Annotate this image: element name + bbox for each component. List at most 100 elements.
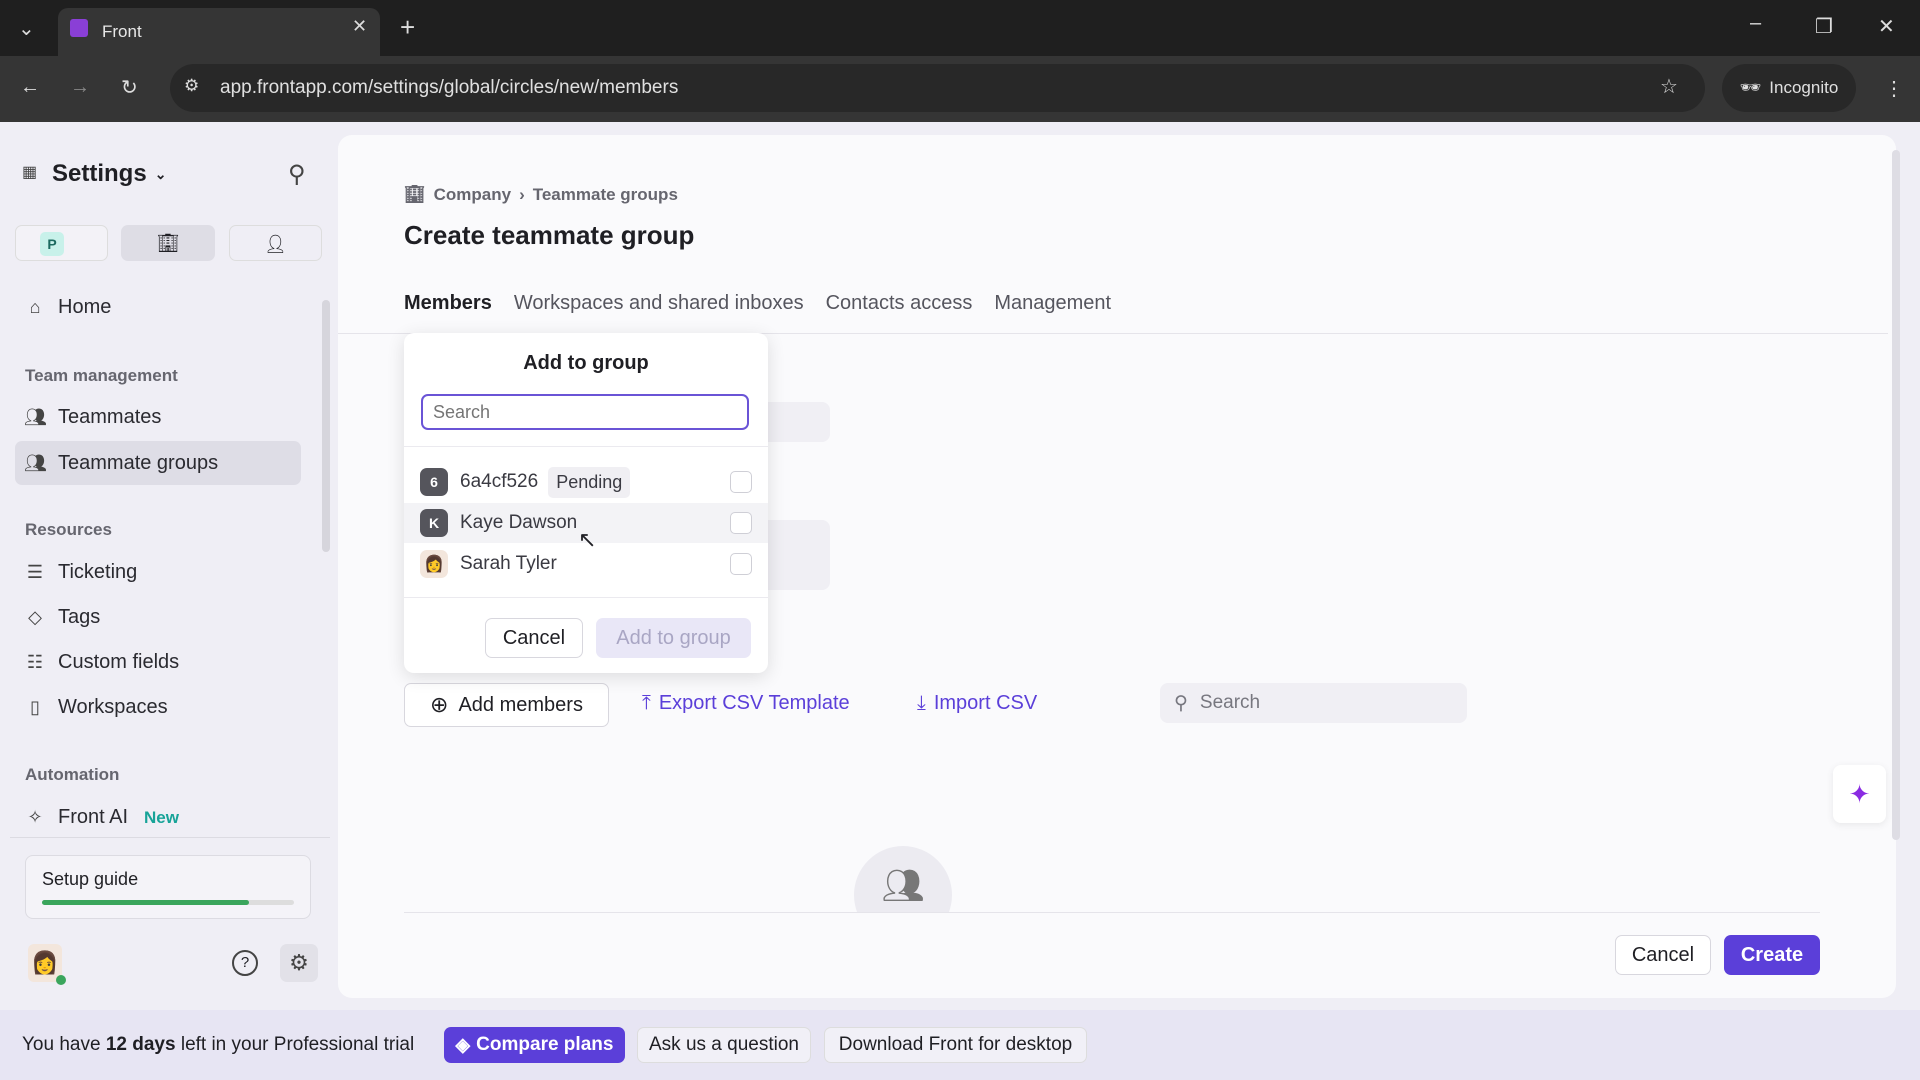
tab-bar: Members Workspaces and shared inboxes Co… xyxy=(404,292,1133,315)
bookmark-star-icon[interactable]: ☆ xyxy=(1660,74,1678,99)
compare-plans-button[interactable]: ◈ Compare plans xyxy=(444,1027,625,1063)
popup-add-to-group-button[interactable]: Add to group xyxy=(596,618,751,658)
settings-menu[interactable]: Settings ⌄ xyxy=(52,160,166,188)
browser-tab[interactable]: Front xyxy=(58,8,380,56)
fields-icon: ☷ xyxy=(26,652,44,672)
sidebar-item-custom-fields[interactable]: ☷ Custom fields xyxy=(24,651,179,674)
export-csv-link[interactable]: ⤒ Export CSV Template xyxy=(642,692,850,715)
import-csv-link[interactable]: ⤓ Import CSV xyxy=(917,692,1037,715)
member-avatar: K xyxy=(420,509,448,537)
sidebar-item-label: Teammate groups xyxy=(58,452,219,474)
upload-icon: ⤒ xyxy=(642,692,651,714)
close-tab-icon[interactable]: ✕ xyxy=(352,16,367,37)
sidebar-item-ticketing[interactable]: ☰ Ticketing xyxy=(24,561,137,584)
user-icon: 👤︎ xyxy=(264,234,287,254)
footer-divider xyxy=(404,912,1820,913)
member-checkbox[interactable] xyxy=(730,512,752,534)
sidebar-item-teammate-groups[interactable]: 👥︎ Teammate groups xyxy=(24,452,218,475)
member-checkbox[interactable] xyxy=(730,553,752,575)
search-icon[interactable]: ⚲ xyxy=(288,160,306,189)
cancel-button[interactable]: Cancel xyxy=(1615,935,1711,975)
restore-icon[interactable]: ❐ xyxy=(1815,14,1833,39)
personal-settings-toggle[interactable]: P xyxy=(15,225,108,261)
setup-progress-track xyxy=(42,900,294,905)
users-icon: 👥︎ xyxy=(854,846,952,912)
popup-title: Add to group xyxy=(523,352,649,374)
front-favicon-icon xyxy=(70,19,88,37)
close-window-icon[interactable]: ✕ xyxy=(1878,14,1895,39)
ai-sparkle-button[interactable]: ✦ xyxy=(1833,765,1886,823)
workspace-badge: P xyxy=(40,232,64,256)
breadcrumb-teammate-groups[interactable]: Teammate groups xyxy=(533,185,678,205)
diamond-icon: ◈ xyxy=(455,1034,471,1056)
sidebar-item-tags[interactable]: ◇ Tags xyxy=(24,606,100,629)
plus-circle-icon: ⊕ xyxy=(430,692,449,717)
popup-search-input[interactable] xyxy=(421,394,749,430)
popup-cancel-button[interactable]: Cancel xyxy=(485,618,583,658)
settings-title: Settings xyxy=(52,160,147,187)
incognito-label: Incognito xyxy=(1769,78,1839,97)
forward-icon[interactable]: → xyxy=(70,76,90,99)
member-checkbox[interactable] xyxy=(730,471,752,493)
sidebar-item-label: Home xyxy=(58,296,112,318)
download-icon: ⤓ xyxy=(917,692,926,714)
export-label: Export CSV Template xyxy=(658,692,850,714)
empty-state-illustration: 👥︎ xyxy=(854,846,952,912)
user-settings-toggle[interactable]: 👤︎ xyxy=(229,225,322,261)
sidebar-item-front-ai[interactable]: ✧ Front AI New xyxy=(24,806,179,829)
setup-guide[interactable]: Setup guide xyxy=(25,855,311,919)
search-placeholder: Search xyxy=(1199,692,1261,713)
ask-question-button[interactable]: Ask us a question xyxy=(637,1027,811,1063)
compare-label: Compare plans xyxy=(476,1034,614,1055)
url-bar[interactable]: app.frontapp.com/settings/global/circles… xyxy=(170,64,1705,112)
member-name: Sarah Tyler xyxy=(460,553,557,574)
create-button[interactable]: Create xyxy=(1724,935,1820,975)
sidebar-item-label: Tags xyxy=(58,606,101,628)
trial-pre: You have xyxy=(22,1034,106,1055)
site-info-icon[interactable]: ⚙ xyxy=(184,76,199,96)
apps-grid-icon: ▦ xyxy=(22,164,38,181)
back-icon[interactable]: ← xyxy=(20,76,40,99)
setup-progress-fill xyxy=(42,900,249,905)
incognito-icon: 🕶 xyxy=(1739,78,1762,97)
import-label: Import CSV xyxy=(933,692,1038,714)
breadcrumb: 🏢︎ Company › Teammate groups xyxy=(404,185,678,205)
new-badge: New xyxy=(144,807,179,827)
settings-gear-icon[interactable]: ⚙ xyxy=(280,944,318,982)
tab-management[interactable]: Management xyxy=(994,292,1111,315)
setup-guide-label: Setup guide xyxy=(42,869,139,889)
breadcrumb-company[interactable]: Company xyxy=(434,185,511,205)
url-text: app.frontapp.com/settings/global/circles… xyxy=(220,77,679,98)
add-members-button[interactable]: ⊕ Add members xyxy=(404,683,609,727)
divider xyxy=(404,597,768,598)
main-scrollbar[interactable] xyxy=(1892,150,1900,840)
sidebar-item-home[interactable]: ⌂ Home xyxy=(24,296,112,319)
sidebar-item-teammates[interactable]: 👥︎ Teammates xyxy=(24,406,161,429)
tab-members[interactable]: Members xyxy=(404,292,492,315)
workspace-icon: ▯ xyxy=(30,697,40,717)
new-tab-icon[interactable]: + xyxy=(400,12,415,43)
trial-text: You have 12 days left in your Profession… xyxy=(22,1034,414,1056)
company-settings-toggle[interactable]: 🏢︎ xyxy=(121,225,215,261)
incognito-indicator[interactable]: 🕶 Incognito xyxy=(1722,64,1856,112)
ticket-icon: ☰ xyxy=(26,562,44,582)
member-name: 6a4cf526 xyxy=(460,471,539,492)
building-icon: 🏢︎ xyxy=(404,185,426,204)
sidebar-item-label: Teammates xyxy=(58,406,162,428)
download-desktop-button[interactable]: Download Front for desktop xyxy=(824,1027,1087,1063)
minimize-icon[interactable]: – xyxy=(1750,12,1761,35)
browser-menu-icon[interactable]: ⋮ xyxy=(1884,76,1904,101)
section-team-management: Team management xyxy=(25,366,178,385)
member-row[interactable]: 6 6a4cf526 Pending xyxy=(404,462,768,502)
sidebar-item-workspaces[interactable]: ▯ Workspaces xyxy=(24,696,168,719)
building-icon: 🏢︎ xyxy=(156,233,180,253)
sidebar-scrollbar[interactable] xyxy=(322,300,330,552)
reload-icon[interactable]: ↻ xyxy=(121,75,138,100)
help-icon[interactable]: ? xyxy=(232,950,258,976)
tab-search-icon[interactable]: ⌄ xyxy=(18,16,35,41)
tab-contacts-access[interactable]: Contacts access xyxy=(826,292,973,315)
tab-workspaces[interactable]: Workspaces and shared inboxes xyxy=(514,292,804,315)
member-avatar: 6 xyxy=(420,468,448,496)
member-search-input[interactable]: ⚲ Search xyxy=(1160,683,1467,723)
sidebar-item-label: Custom fields xyxy=(58,651,180,673)
